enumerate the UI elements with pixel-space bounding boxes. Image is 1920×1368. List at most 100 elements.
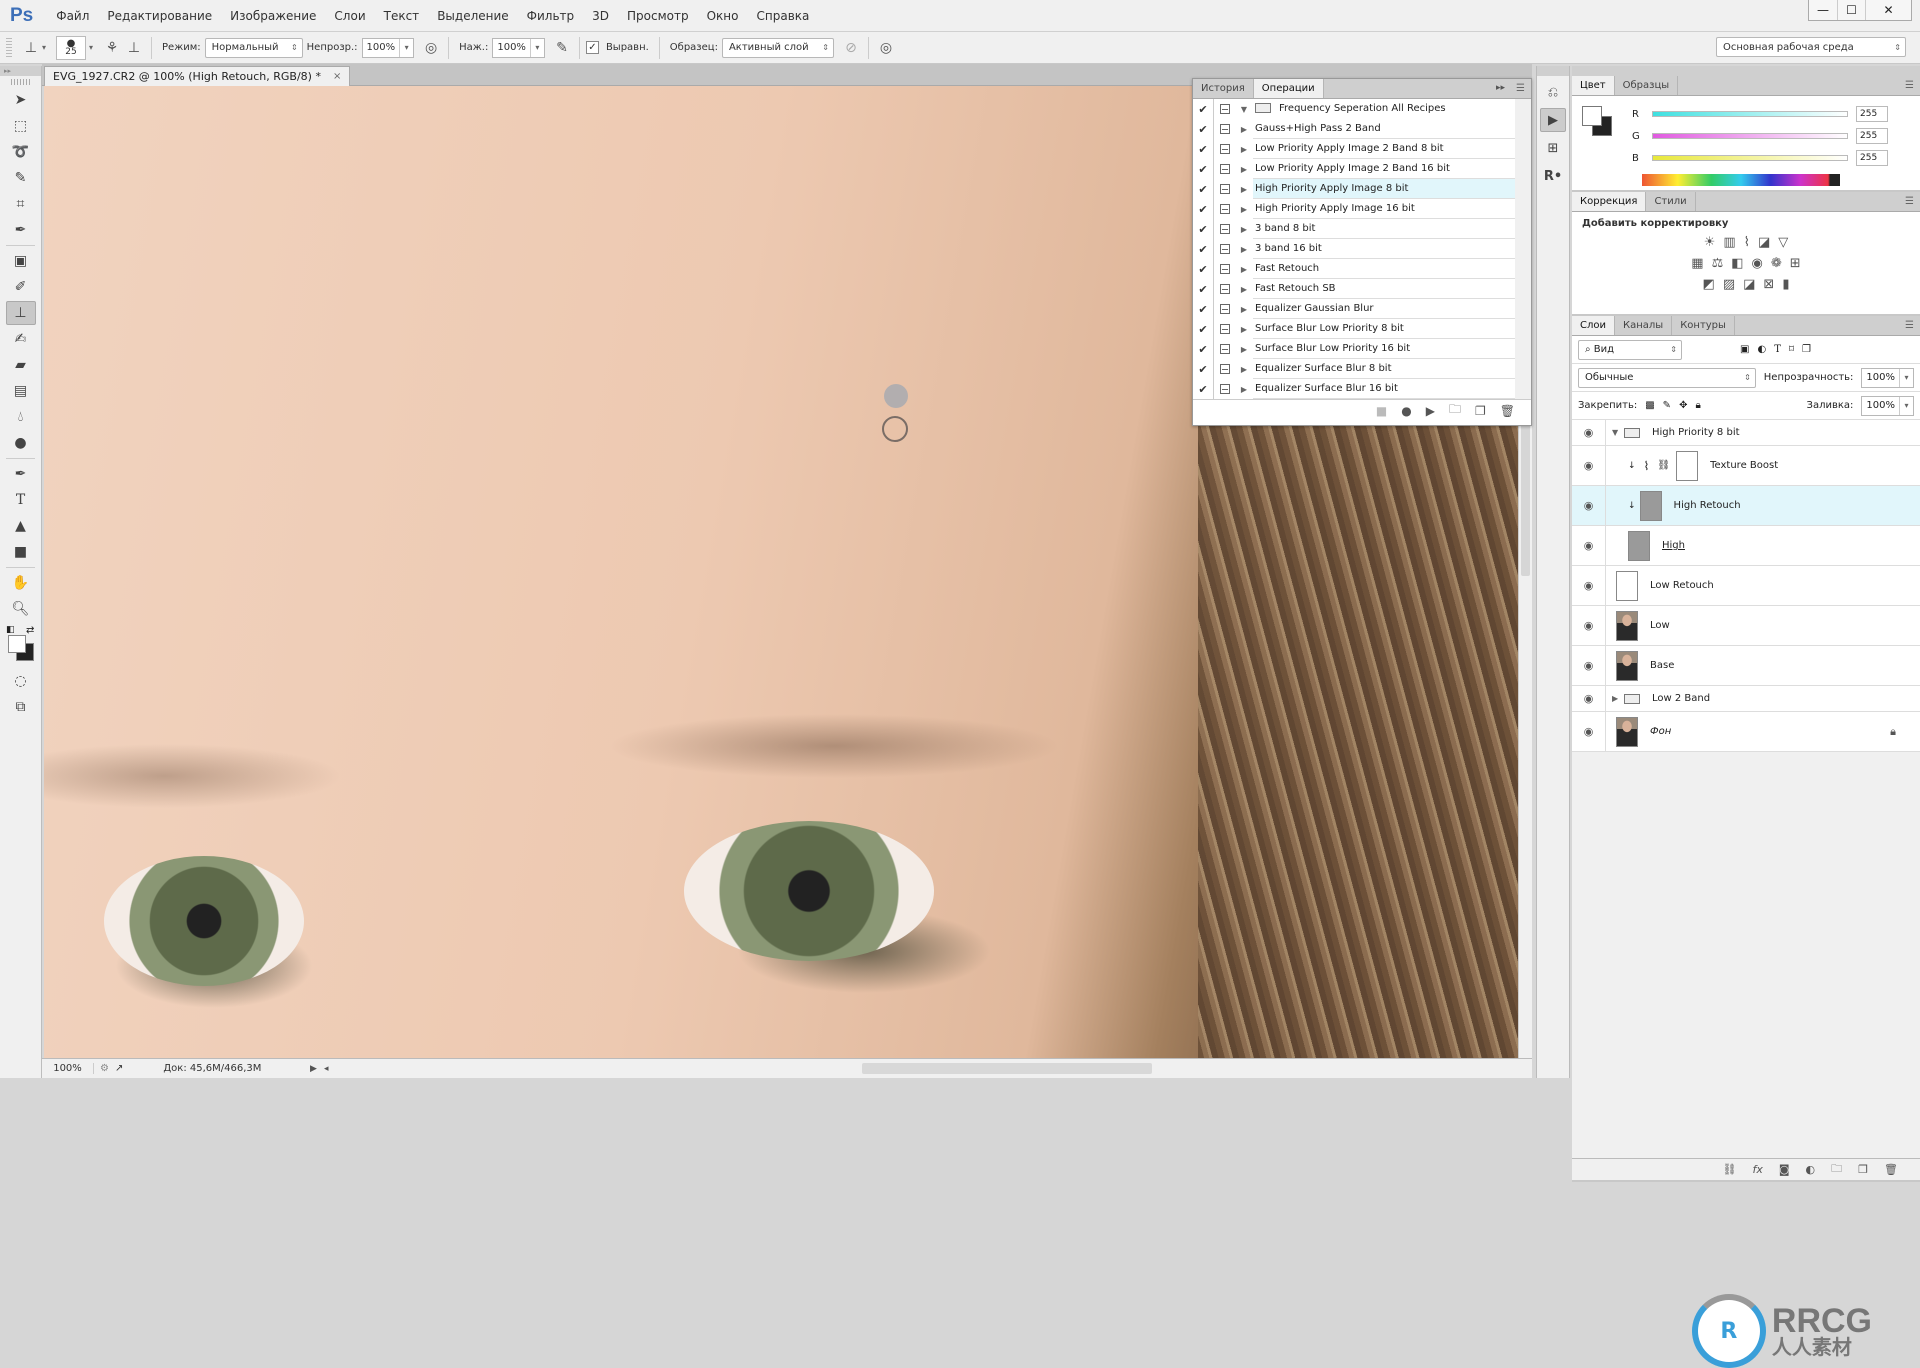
retouch-plugin-icon[interactable]: R• (1540, 164, 1566, 188)
preset-dropdown-icon[interactable]: ▾ (42, 43, 46, 52)
layer-row[interactable]: ◉ Low (1572, 606, 1920, 646)
fill-dropdown-icon[interactable]: ▾ (1899, 396, 1913, 415)
visibility-eye-icon[interactable]: ◉ (1572, 420, 1606, 445)
layer-row[interactable]: ◉ Фон 🔒︎ (1572, 712, 1920, 752)
gradient-tool-icon[interactable]: ▤ (6, 379, 36, 403)
zoom-tool-icon[interactable]: 🔍︎ (6, 597, 36, 621)
new-action-icon[interactable]: ❐ (1475, 404, 1486, 418)
menu-image[interactable]: Изображение (221, 9, 325, 23)
toggle-check-icon[interactable]: ✔ (1193, 323, 1213, 336)
toggle-check-icon[interactable]: ✔ (1193, 183, 1213, 196)
healing-brush-tool-icon[interactable]: ▣ (6, 249, 36, 273)
dialog-toggle-icon[interactable] (1213, 179, 1235, 199)
layer-row[interactable]: ◉ High (1572, 526, 1920, 566)
gradient-map-icon[interactable]: ▮ (1782, 277, 1789, 292)
blend-mode-select[interactable]: Обычные ⇕ (1578, 367, 1756, 388)
filter-type-icon[interactable]: T (1774, 344, 1781, 355)
lock-position-icon[interactable]: ✥ (1679, 400, 1687, 411)
layer-mask-thumbnail[interactable] (1676, 450, 1699, 481)
eraser-tool-icon[interactable]: ▰ (6, 353, 36, 377)
brush-tool-icon[interactable]: ✐ (6, 275, 36, 299)
action-item[interactable]: ✔ ▶ Surface Blur Low Priority 16 bit (1193, 339, 1515, 359)
action-item[interactable]: ✔ ▶ 3 band 8 bit (1193, 219, 1515, 239)
panel-menu-icon[interactable]: ☰ (1905, 80, 1914, 91)
tab-channels[interactable]: Каналы (1615, 316, 1673, 335)
dialog-toggle-icon[interactable] (1213, 359, 1235, 379)
aligned-checkbox[interactable]: ✓ (585, 41, 599, 54)
expand-triangle-icon[interactable]: ▶ (1235, 305, 1253, 314)
toggle-check-icon[interactable]: ✔ (1193, 383, 1213, 396)
share-icon[interactable]: ↗ (115, 1063, 123, 1074)
flow-dropdown-icon[interactable]: ▾ (529, 38, 544, 57)
black-white-icon[interactable]: ◧ (1731, 256, 1743, 271)
minimize-button[interactable]: — (1809, 0, 1837, 20)
expand-triangle-icon[interactable]: ▶ (1235, 325, 1253, 334)
crop-tool-icon[interactable]: ⌗ (6, 192, 36, 216)
dialog-toggle-icon[interactable] (1213, 199, 1235, 219)
expand-triangle-icon[interactable]: ▶ (1235, 385, 1253, 394)
visibility-eye-icon[interactable]: ◉ (1572, 526, 1606, 565)
color-balance-icon[interactable]: ⚖ (1712, 256, 1724, 271)
panel-menu-icon[interactable]: ☰ (1516, 83, 1525, 94)
foreground-color-swatch[interactable] (1582, 106, 1602, 126)
collapse-panel-icon[interactable]: ▸▸ (1496, 83, 1505, 93)
panel-menu-icon[interactable]: ☰ (1905, 196, 1914, 207)
expand-triangle-icon[interactable]: ▶ (1235, 205, 1253, 214)
tab-layers[interactable]: Слои (1572, 316, 1615, 335)
canvas-horizontal-scrollbar[interactable] (812, 1062, 1502, 1075)
channel-mixer-icon[interactable]: ❁ (1771, 256, 1782, 271)
status-menu-icon[interactable]: ▶ (310, 1064, 317, 1074)
action-item[interactable]: ✔ ▶ High Priority Apply Image 16 bit (1193, 199, 1515, 219)
filter-smart-object-icon[interactable]: ❐ (1802, 344, 1811, 355)
action-item[interactable]: ✔ ▶ Equalizer Gaussian Blur (1193, 299, 1515, 319)
dialog-toggle-icon[interactable] (1213, 99, 1235, 119)
path-selection-tool-icon[interactable]: ▲ (6, 514, 36, 538)
tab-adjustments[interactable]: Коррекция (1572, 192, 1647, 211)
toolbox-grip[interactable] (10, 79, 31, 85)
marquee-tool-icon[interactable]: ⬚ (6, 114, 36, 138)
dialog-toggle-icon[interactable] (1213, 119, 1235, 139)
move-tool-icon[interactable]: ➤ (6, 88, 36, 112)
visibility-eye-icon[interactable]: ◉ (1572, 686, 1606, 711)
actions-panel-icon[interactable]: ▶ (1540, 108, 1566, 132)
new-set-icon[interactable]: 🗀︎ (1449, 400, 1461, 421)
expand-triangle-icon[interactable]: ▼ (1235, 105, 1253, 114)
clone-stamp-preset-icon[interactable]: ⊥ (20, 37, 42, 59)
menu-window[interactable]: Окно (698, 9, 748, 23)
menu-edit[interactable]: Редактирование (98, 9, 221, 23)
posterize-icon[interactable]: ▨ (1723, 277, 1735, 292)
pressure-size-icon[interactable]: ◎ (875, 37, 897, 59)
visibility-eye-icon[interactable]: ◉ (1572, 646, 1606, 685)
toggle-check-icon[interactable]: ✔ (1193, 263, 1213, 276)
dialog-toggle-icon[interactable] (1213, 219, 1235, 239)
expand-triangle-icon[interactable]: ▶ (1235, 185, 1253, 194)
dialog-toggle-icon[interactable] (1213, 319, 1235, 339)
history-brush-tool-icon[interactable]: ✍ (6, 327, 36, 351)
visibility-eye-icon[interactable]: ◉ (1572, 446, 1606, 485)
menu-select[interactable]: Выделение (428, 9, 517, 23)
brush-size-picker[interactable]: ● 25 (56, 35, 87, 60)
tab-history[interactable]: История (1193, 79, 1254, 98)
delete-icon[interactable]: 🗑︎ (1500, 404, 1515, 418)
selective-color-icon[interactable]: ⊠ (1763, 277, 1774, 292)
type-tool-icon[interactable]: T (6, 488, 36, 512)
hue-saturation-icon[interactable]: ▦ (1691, 256, 1703, 271)
add-mask-icon[interactable]: ◙ (1779, 1163, 1790, 1176)
lasso-tool-icon[interactable]: ➰ (6, 140, 36, 164)
zoom-level[interactable]: 100% (42, 1063, 94, 1074)
properties-panel-icon[interactable]: ⊞ (1540, 136, 1566, 160)
toggle-check-icon[interactable]: ✔ (1193, 283, 1213, 296)
link-layers-icon[interactable]: ⛓ (1723, 1163, 1737, 1176)
layer-row[interactable]: ◉ Base (1572, 646, 1920, 686)
expand-group-icon[interactable]: ▶ (1612, 694, 1624, 703)
fill-field[interactable]: 100% ▾ (1861, 395, 1914, 416)
action-item[interactable]: ✔ ▶ 3 band 16 bit (1193, 239, 1515, 259)
airbrush-icon[interactable]: ✎ (551, 37, 573, 59)
panels-collapse-icon[interactable] (1572, 66, 1920, 76)
layer-row[interactable]: ◉ Low Retouch (1572, 566, 1920, 606)
visibility-eye-icon[interactable]: ◉ (1572, 606, 1606, 645)
close-window-button[interactable]: ✕ (1865, 0, 1911, 20)
tab-swatches[interactable]: Образцы (1615, 76, 1679, 95)
layer-thumbnail[interactable] (1628, 530, 1650, 561)
filter-pixel-icon[interactable]: ▣ (1740, 344, 1749, 355)
